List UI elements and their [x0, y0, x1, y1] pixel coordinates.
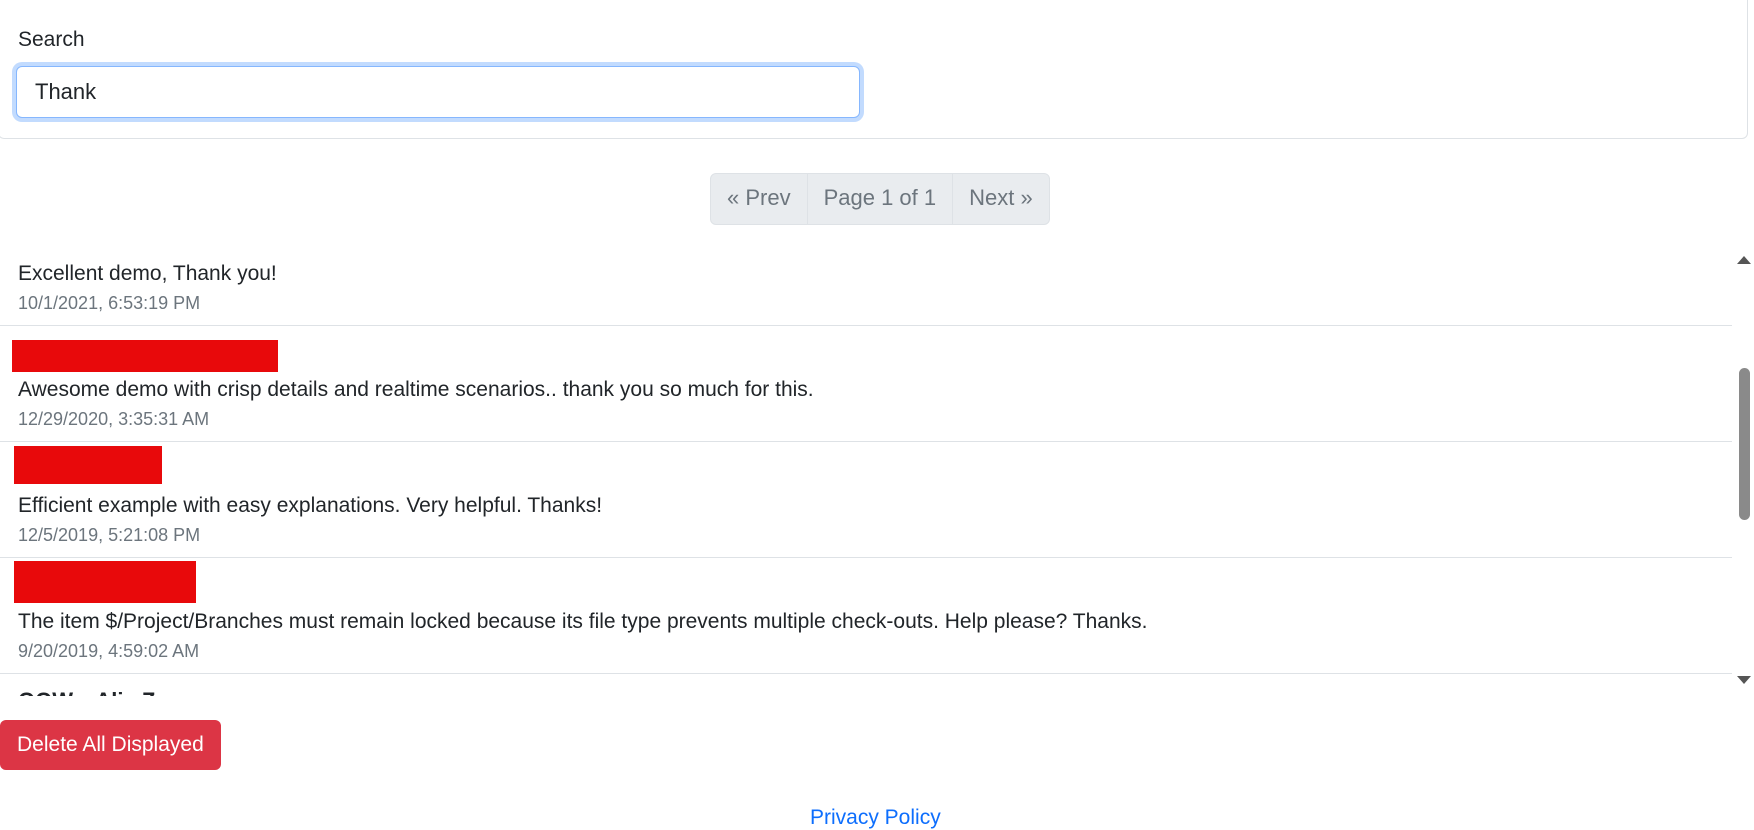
search-input[interactable] [16, 66, 860, 118]
list-item: Efficient example with easy explanations… [0, 442, 1732, 558]
next-page-button[interactable]: Next » [953, 174, 1049, 224]
prev-page-button[interactable]: « Prev [711, 174, 808, 224]
list-item: The item $/Project/Branches must remain … [0, 558, 1732, 674]
comment-timestamp: 12/29/2020, 3:35:31 AM [18, 409, 210, 429]
delete-all-button[interactable]: Delete All Displayed [0, 720, 221, 770]
list-item: Awesome demo with crisp details and real… [0, 326, 1732, 442]
scroll-up-icon[interactable] [1737, 256, 1751, 264]
privacy-policy-link[interactable]: Privacy Policy [810, 806, 941, 830]
comment-timestamp: 10/1/2021, 6:53:19 PM [18, 293, 201, 313]
comment-message: Efficient example with easy explanations… [18, 494, 603, 517]
list-scrollbar[interactable] [1734, 244, 1752, 696]
comment-timestamp: 12/5/2019, 5:21:08 PM [18, 525, 201, 545]
pagination: « Prev Page 1 of 1 Next » [710, 173, 1050, 225]
scroll-down-icon[interactable] [1737, 676, 1751, 684]
list-item: QQW... Alia Z [0, 674, 1732, 696]
redacted-author [14, 561, 196, 603]
search-label: Search [18, 28, 85, 51]
comment-author: QQW... Alia Z [18, 688, 155, 696]
redacted-author [12, 340, 278, 372]
comment-list[interactable]: Excellent demo, Thank you! 10/1/2021, 6:… [0, 244, 1734, 696]
list-item: Excellent demo, Thank you! 10/1/2021, 6:… [0, 244, 1732, 326]
redacted-author [14, 446, 162, 484]
comment-message: Awesome demo with crisp details and real… [18, 378, 814, 401]
comment-message: Excellent demo, Thank you! [18, 262, 277, 285]
page-indicator: Page 1 of 1 [808, 174, 954, 224]
scroll-thumb[interactable] [1739, 368, 1750, 520]
comment-message: The item $/Project/Branches must remain … [18, 610, 1148, 633]
comment-timestamp: 9/20/2019, 4:59:02 AM [18, 641, 200, 661]
